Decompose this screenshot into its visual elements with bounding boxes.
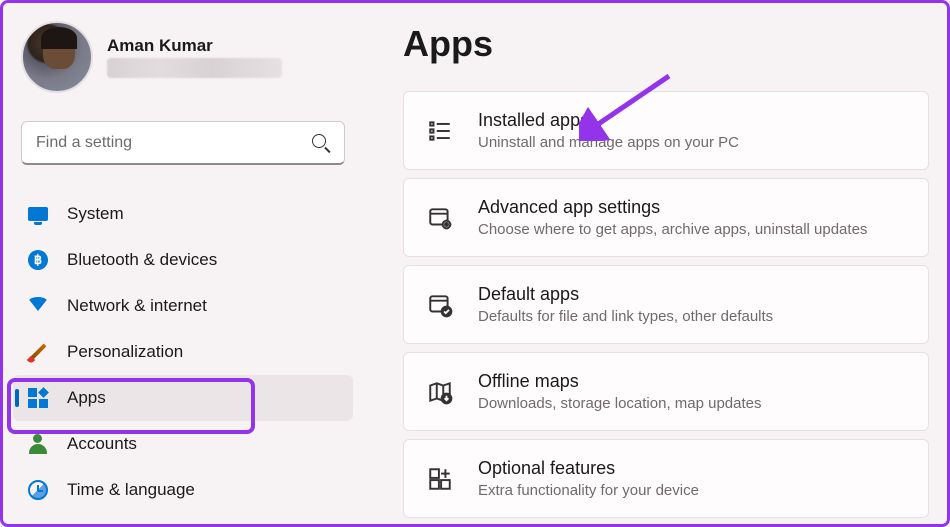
apps-icon	[27, 387, 49, 409]
list-icon	[426, 117, 454, 145]
nav-label: Bluetooth & devices	[67, 250, 217, 270]
map-download-icon	[426, 378, 454, 406]
card-text: Optional features Extra functionality fo…	[478, 458, 699, 499]
card-title: Default apps	[478, 284, 773, 305]
nav-label: Network & internet	[67, 296, 207, 316]
card-text: Advanced app settings Choose where to ge…	[478, 197, 867, 238]
grid-plus-icon	[426, 465, 454, 493]
system-icon	[27, 203, 49, 225]
nav-item-accounts[interactable]: Accounts	[13, 421, 353, 467]
window-gear-icon	[426, 204, 454, 232]
card-default-apps[interactable]: Default apps Defaults for file and link …	[403, 265, 929, 344]
card-desc: Extra functionality for your device	[478, 482, 699, 499]
nav-item-system[interactable]: System	[13, 191, 353, 237]
search-box[interactable]	[21, 121, 345, 165]
clock-globe-icon	[27, 479, 49, 501]
sidebar: Aman Kumar System ฿ Bluetooth & devices …	[3, 3, 363, 524]
card-offline-maps[interactable]: Offline maps Downloads, storage location…	[403, 352, 929, 431]
nav-item-time[interactable]: Time & language	[13, 467, 353, 513]
card-optional-features[interactable]: Optional features Extra functionality fo…	[403, 439, 929, 518]
nav-item-apps[interactable]: Apps	[13, 375, 353, 421]
page-title: Apps	[403, 23, 929, 65]
paintbrush-icon	[27, 341, 49, 363]
nav-list: System ฿ Bluetooth & devices Network & i…	[13, 191, 353, 513]
nav-item-personalization[interactable]: Personalization	[13, 329, 353, 375]
window-check-icon	[426, 291, 454, 319]
card-title: Advanced app settings	[478, 197, 867, 218]
card-title: Optional features	[478, 458, 699, 479]
card-text: Default apps Defaults for file and link …	[478, 284, 773, 325]
nav-label: Apps	[67, 388, 106, 408]
nav-label: System	[67, 204, 124, 224]
search-input[interactable]	[36, 134, 312, 152]
search-icon	[312, 134, 330, 152]
user-text: Aman Kumar	[107, 36, 282, 78]
avatar	[21, 21, 93, 93]
card-desc: Defaults for file and link types, other …	[478, 308, 773, 325]
user-name: Aman Kumar	[107, 36, 282, 56]
card-text: Installed apps Uninstall and manage apps…	[478, 110, 739, 151]
main-content: Apps Installed apps Uninstall and manage…	[363, 3, 947, 524]
card-advanced-apps[interactable]: Advanced app settings Choose where to ge…	[403, 178, 929, 257]
card-title: Offline maps	[478, 371, 762, 392]
nav-label: Accounts	[67, 434, 137, 454]
person-icon	[27, 433, 49, 455]
user-email-redacted	[107, 58, 282, 78]
card-desc: Downloads, storage location, map updates	[478, 395, 762, 412]
bluetooth-icon: ฿	[27, 249, 49, 271]
wifi-icon	[27, 295, 49, 317]
user-profile[interactable]: Aman Kumar	[13, 21, 353, 111]
card-desc: Uninstall and manage apps on your PC	[478, 134, 739, 151]
card-text: Offline maps Downloads, storage location…	[478, 371, 762, 412]
nav-label: Time & language	[67, 480, 195, 500]
nav-item-bluetooth[interactable]: ฿ Bluetooth & devices	[13, 237, 353, 283]
card-title: Installed apps	[478, 110, 739, 131]
card-installed-apps[interactable]: Installed apps Uninstall and manage apps…	[403, 91, 929, 170]
card-desc: Choose where to get apps, archive apps, …	[478, 221, 867, 238]
nav-label: Personalization	[67, 342, 183, 362]
nav-item-network[interactable]: Network & internet	[13, 283, 353, 329]
